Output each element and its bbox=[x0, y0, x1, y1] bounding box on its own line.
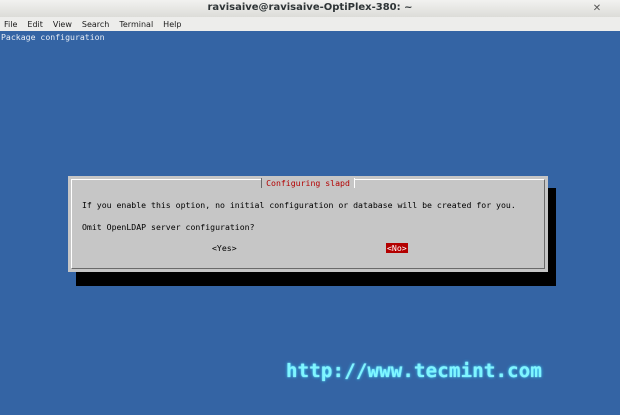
menu-terminal[interactable]: Terminal bbox=[114, 20, 158, 29]
menu-search[interactable]: Search bbox=[77, 20, 114, 29]
dialog-message: If you enable this option, no initial co… bbox=[82, 200, 516, 210]
close-button[interactable]: ✕ bbox=[578, 2, 616, 15]
tecmint-watermark: http://www.tecmint.com bbox=[286, 360, 543, 382]
window-title-bar: ravisaive@ravisaive-OptiPlex-380: ~ ✕ bbox=[0, 0, 620, 18]
configuring-dialog: Configuring slapd If you enable this opt… bbox=[68, 176, 548, 272]
menu-file[interactable]: File bbox=[0, 20, 22, 29]
yes-button[interactable]: <Yes> bbox=[211, 243, 238, 253]
dialog-title-wrap: Configuring slapd bbox=[72, 178, 544, 188]
window-title: ravisaive@ravisaive-OptiPlex-380: ~ bbox=[207, 2, 413, 13]
menu-view[interactable]: View bbox=[48, 20, 77, 29]
menu-edit[interactable]: Edit bbox=[22, 20, 48, 29]
menu-help[interactable]: Help bbox=[158, 20, 186, 29]
close-icon: ✕ bbox=[592, 3, 602, 14]
menu-bar: File Edit View Search Terminal Help bbox=[0, 17, 620, 31]
dialog-title: Configuring slapd bbox=[261, 178, 355, 188]
no-button[interactable]: <No> bbox=[386, 243, 408, 253]
package-configuration-header: Package configuration bbox=[1, 32, 105, 42]
dialog-frame: Configuring slapd If you enable this opt… bbox=[71, 178, 545, 269]
dialog-question: Omit OpenLDAP server configuration? bbox=[82, 222, 255, 232]
terminal-area[interactable]: Package configuration Configuring slapd … bbox=[0, 31, 620, 415]
